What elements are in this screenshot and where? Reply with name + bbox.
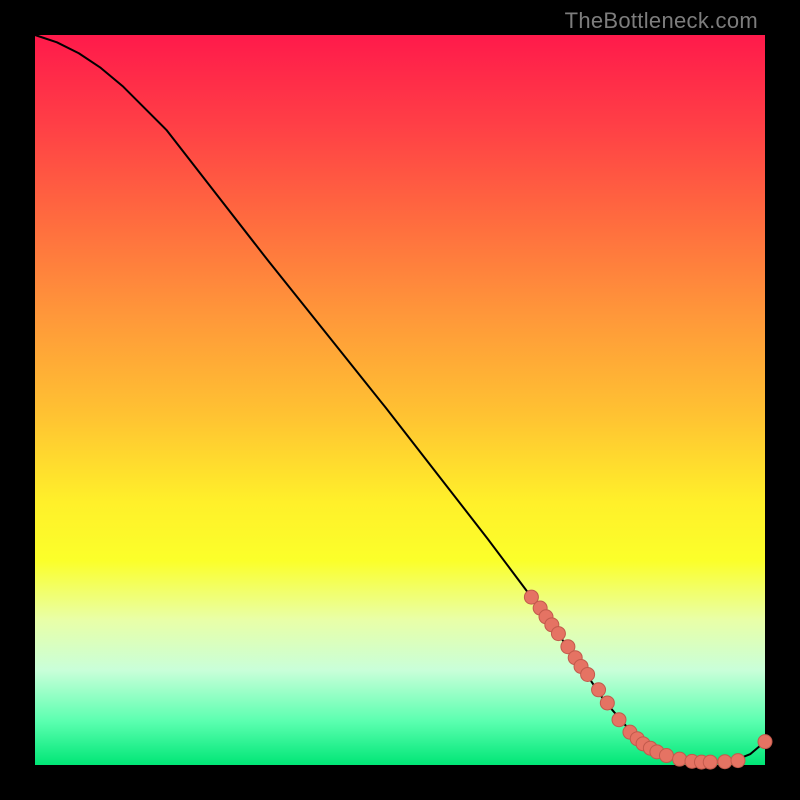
data-dots <box>524 590 772 769</box>
data-dot <box>581 667 595 681</box>
curve-line <box>35 35 765 762</box>
watermark-text: TheBottleneck.com <box>565 8 758 34</box>
data-dot <box>659 749 673 763</box>
plot-area <box>35 35 765 765</box>
data-dot <box>612 713 626 727</box>
data-dot <box>551 627 565 641</box>
chart-frame: TheBottleneck.com <box>0 0 800 800</box>
data-dot <box>703 755 717 769</box>
data-dot <box>673 752 687 766</box>
data-dot <box>718 755 732 769</box>
chart-svg <box>35 35 765 765</box>
data-dot <box>600 696 614 710</box>
data-dot <box>592 683 606 697</box>
data-dot <box>731 754 745 768</box>
data-dot <box>758 735 772 749</box>
